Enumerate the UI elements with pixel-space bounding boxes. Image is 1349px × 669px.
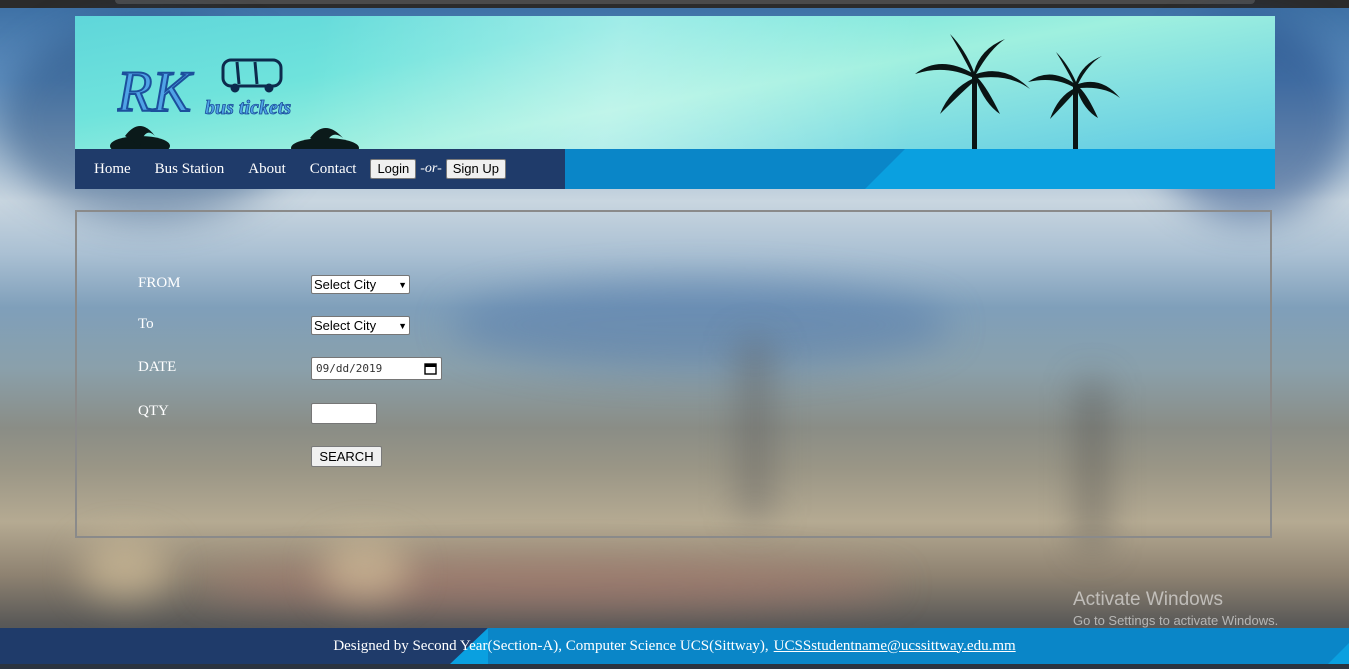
bottom-strip xyxy=(0,664,1349,669)
logo-big-text: RK xyxy=(117,59,194,124)
footer-email-link[interactable]: UCSSstudentname@ucssittway.edu.mm xyxy=(774,638,1016,655)
date-input[interactable]: 09/dd/2019 xyxy=(311,357,442,380)
qty-input[interactable] xyxy=(311,403,377,424)
activate-windows-watermark: Activate Windows Go to Settings to activ… xyxy=(1073,589,1278,628)
watermark-line2: Go to Settings to activate Windows. xyxy=(1073,613,1279,628)
bus-icon xyxy=(221,58,283,93)
nav-contact-link[interactable]: Contact xyxy=(310,161,357,178)
footer-text: Designed by Second Year(Section-A), Comp… xyxy=(0,628,1349,664)
from-city-select[interactable]: Select City ▼ xyxy=(311,275,410,294)
from-city-value: Select City xyxy=(314,277,377,292)
date-value: 09/dd/2019 xyxy=(316,362,383,375)
logo-small-text: bus tickets xyxy=(205,97,291,119)
top-navigation: Home Bus Station About Contact Login -or… xyxy=(75,149,1275,189)
from-label: FROM xyxy=(138,275,181,291)
header-banner: RK bus tickets xyxy=(75,16,1275,149)
to-city-value: Select City xyxy=(314,318,377,333)
login-button[interactable]: Login xyxy=(370,159,417,179)
to-label: To xyxy=(138,316,154,332)
watermark-line1: Activate Windows xyxy=(1073,589,1223,610)
bg-ground xyxy=(200,560,900,610)
signup-button[interactable]: Sign Up xyxy=(445,159,506,179)
rk-bus-tickets-logo: RK bus tickets xyxy=(117,58,292,125)
browser-top-strip xyxy=(0,0,1349,8)
nav-home-link[interactable]: Home xyxy=(94,161,131,178)
bg-bench xyxy=(320,540,410,600)
chevron-down-icon: ▼ xyxy=(398,279,407,290)
footer-credit: Designed by Second Year(Section-A), Comp… xyxy=(333,637,769,654)
qty-label: QTY xyxy=(138,403,169,419)
nav-about-link[interactable]: About xyxy=(248,161,286,178)
or-separator: -or- xyxy=(420,161,442,176)
palm-trees-icon xyxy=(915,34,1120,149)
search-form-panel: FROM Select City ▼ To Select City ▼ DATE… xyxy=(75,210,1272,538)
calendar-icon[interactable] xyxy=(424,362,437,375)
nav-mid-band xyxy=(565,149,905,189)
date-label: DATE xyxy=(138,359,177,375)
nav-items: Home Bus Station About Contact Login -or… xyxy=(94,149,506,189)
nav-bus-station-link[interactable]: Bus Station xyxy=(155,161,225,178)
footer: Designed by Second Year(Section-A), Comp… xyxy=(0,628,1349,664)
bg-bench xyxy=(80,540,170,600)
chevron-down-icon: ▼ xyxy=(398,320,407,331)
scroll-strip xyxy=(115,0,1255,4)
search-button[interactable]: SEARCH xyxy=(311,446,382,467)
to-city-select[interactable]: Select City ▼ xyxy=(311,316,410,335)
